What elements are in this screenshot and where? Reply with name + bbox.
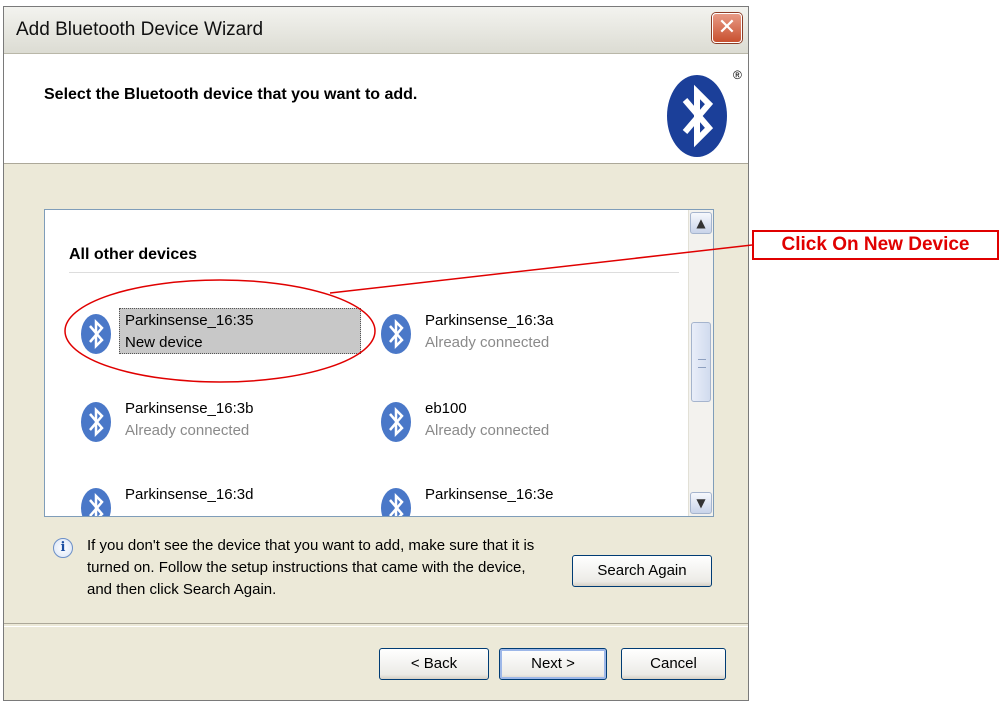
search-again-button[interactable]: Search Again xyxy=(572,555,712,587)
grip-icon xyxy=(698,359,706,368)
header-instruction: Select the Bluetooth device that you wan… xyxy=(44,86,418,103)
footer-divider xyxy=(4,623,748,627)
bluetooth-device-icon xyxy=(81,402,111,442)
info-line: turned on. Follow the setup instructions… xyxy=(87,559,526,576)
title-bar: Add Bluetooth Device Wizard ✕ xyxy=(4,7,748,54)
device-name: Parkinsense_16:3a xyxy=(425,312,554,329)
device-item-parkinsense-163b[interactable]: Parkinsense_16:3b Already connected xyxy=(79,394,369,450)
device-item-parkinsense-1635[interactable]: Parkinsense_16:35 New device xyxy=(79,306,369,362)
scroll-thumb[interactable] xyxy=(691,322,711,402)
chevron-down-icon: ▼ xyxy=(696,496,706,510)
bluetooth-device-icon xyxy=(381,314,411,354)
window-title: Add Bluetooth Device Wizard xyxy=(16,19,264,40)
device-item-parkinsense-163e[interactable]: Parkinsense_16:3e xyxy=(379,480,659,516)
device-name: Parkinsense_16:3d xyxy=(125,486,254,503)
wizard-header: Select the Bluetooth device that you wan… xyxy=(4,54,748,164)
bluetooth-device-icon xyxy=(81,314,111,354)
device-list[interactable]: All other devices Parkinsense_16:35 New … xyxy=(44,209,714,517)
wizard-window: Add Bluetooth Device Wizard ✕ Select the… xyxy=(3,6,749,701)
bluetooth-device-icon xyxy=(381,488,411,516)
info-line: and then click Search Again. xyxy=(87,581,277,598)
scroll-down-button[interactable]: ▼ xyxy=(690,492,712,514)
device-item-eb100[interactable]: eb100 Already connected xyxy=(379,394,659,450)
group-title: All other devices xyxy=(69,246,198,263)
info-message: If you don't see the device that you wan… xyxy=(87,535,567,601)
device-name: Parkinsense_16:35 xyxy=(125,312,254,329)
close-icon: ✕ xyxy=(717,15,737,40)
device-item-parkinsense-163d[interactable]: Parkinsense_16:3d xyxy=(79,480,369,516)
bluetooth-device-icon xyxy=(381,402,411,442)
scroll-up-button[interactable]: ▲ xyxy=(690,212,712,234)
device-status: Already connected xyxy=(425,334,550,351)
next-button[interactable]: Next > xyxy=(499,648,607,680)
info-icon: i xyxy=(53,538,73,558)
chevron-up-icon: ▲ xyxy=(696,216,706,230)
device-status: New device xyxy=(125,334,203,351)
device-name: eb100 xyxy=(425,400,467,417)
device-status: Already connected xyxy=(425,422,550,439)
bluetooth-logo-icon xyxy=(667,75,727,157)
info-line: If you don't see the device that you wan… xyxy=(87,537,535,554)
vertical-scrollbar[interactable]: ▲ ▼ xyxy=(688,210,713,516)
device-name: Parkinsense_16:3b xyxy=(125,400,254,417)
group-divider xyxy=(69,272,679,273)
back-button[interactable]: < Back xyxy=(379,648,489,680)
device-status: Already connected xyxy=(125,422,250,439)
close-button[interactable]: ✕ xyxy=(712,13,742,43)
device-name: Parkinsense_16:3e xyxy=(425,486,554,503)
bluetooth-device-icon xyxy=(81,488,111,516)
device-item-parkinsense-163a[interactable]: Parkinsense_16:3a Already connected xyxy=(379,306,659,362)
annotation-callout: Click On New Device xyxy=(752,230,999,260)
registered-mark: ® xyxy=(733,68,742,82)
cancel-button[interactable]: Cancel xyxy=(621,648,726,680)
